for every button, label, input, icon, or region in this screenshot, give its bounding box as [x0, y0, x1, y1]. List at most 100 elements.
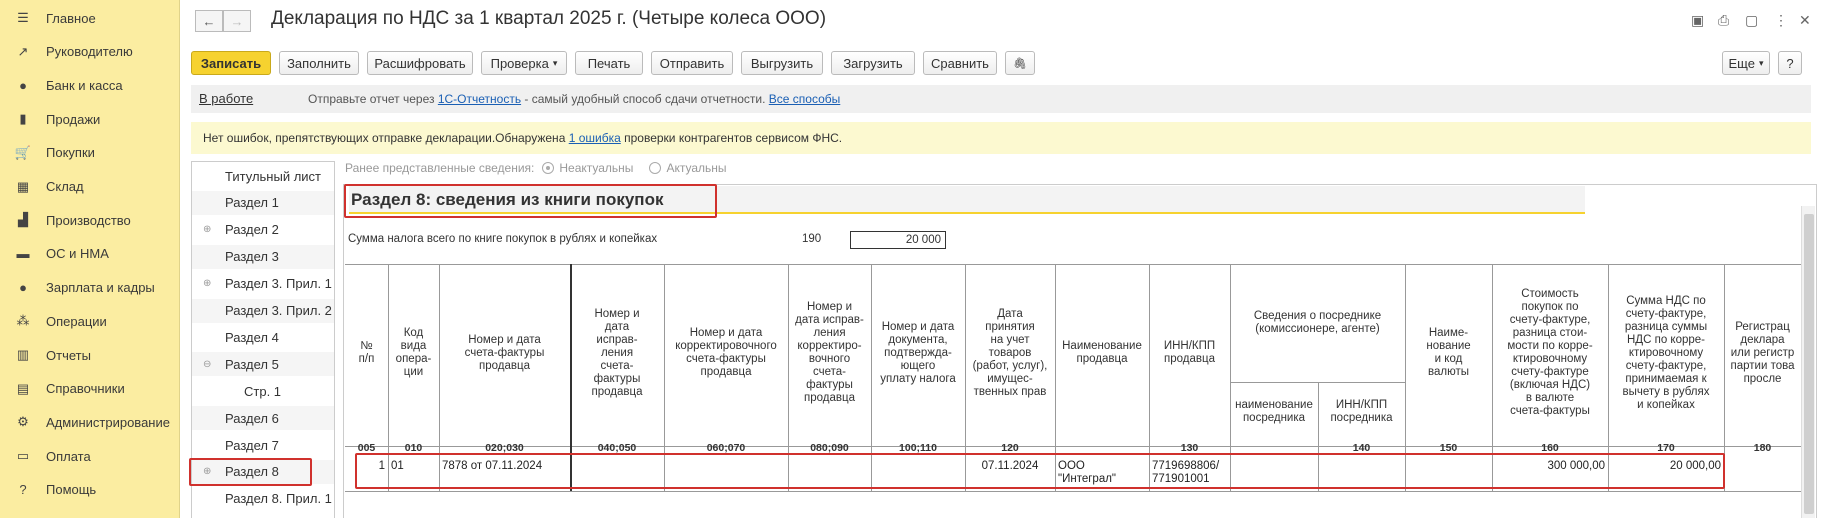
sidebar-item-label: Продажи [46, 111, 101, 127]
save-doc-icon[interactable]: ▣ [1691, 12, 1704, 29]
window-icon[interactable]: ▢ [1745, 12, 1758, 29]
print-button[interactable]: Печать [575, 51, 643, 75]
tree-item[interactable]: ⊕ Раздел 2 [192, 218, 334, 242]
sidebar-item-14[interactable]: ? Помощь [0, 475, 180, 505]
col-header-corr: Номер и дата испрaв- ления счета- фактур… [591, 307, 643, 398]
sidebar-item-3[interactable]: ▮ Продажи [0, 104, 180, 134]
sidebar-item-6[interactable]: ▟ Производство [0, 205, 180, 235]
tree-item[interactable]: ⊖ Раздел 5 [192, 352, 334, 377]
send-button[interactable]: Отправить [651, 51, 733, 75]
col-header-reg: Регистрац деклара или регистр партии тов… [1730, 320, 1795, 385]
compare-button[interactable]: Сравнить [923, 51, 997, 75]
section-tree: Титульный лист Раздел 1 ⊕ Раздел 2 Раздел 3 ⊕… [189, 161, 335, 518]
radio-actual[interactable] [649, 162, 662, 174]
tree-item[interactable]: Раздел 8. Прил. 1 [192, 487, 334, 511]
sidebar-item-label: Операции [46, 313, 107, 329]
truck-icon: ▬ [16, 246, 30, 262]
reporting-link[interactable]: 1С-Отчетность [438, 92, 521, 106]
tree-item-label: Раздел 2 [225, 222, 279, 238]
status-link[interactable]: В работе [199, 91, 253, 106]
expand-icon[interactable]: ⊕ [203, 224, 211, 235]
tree-item-label: Раздел 3. Прил. 2 [225, 303, 332, 318]
sidebar-item-9[interactable]: ⁂ Операции [0, 306, 180, 336]
sidebar-item-11[interactable]: ▤ Справочники [0, 374, 180, 404]
forward-button[interactable]: → [223, 10, 251, 32]
sidebar-item-label: Производство [46, 212, 131, 228]
grid-line [345, 491, 1801, 492]
radio-outdated-label: Неактуальны [559, 161, 634, 175]
sidebar-item-10[interactable]: ▥ Отчеты [0, 340, 180, 370]
tree-item[interactable]: Раздел 4 [192, 325, 334, 349]
sidebar-item-label: Справочники [46, 381, 125, 397]
print-icon[interactable]: ⎙ [1718, 12, 1729, 29]
cart-icon: 🛒 [14, 144, 32, 160]
sidebar-item-5[interactable]: ▦ Склад [0, 172, 180, 202]
sidebar-item-13[interactable]: ▭ Оплата [0, 441, 180, 471]
trend-icon: ↗ [17, 43, 29, 59]
tree-item[interactable]: Раздел 3 [192, 244, 334, 269]
sidebar-item-8[interactable]: ● Зарплата и кадры [0, 273, 180, 303]
sidebar-item-label: Помощь [46, 482, 97, 498]
code-cell: 180 [1753, 442, 1772, 454]
all-methods-link[interactable]: Все способы [769, 92, 841, 106]
sidebar-item-2[interactable]: ● Банк и касса [0, 70, 180, 100]
book-icon: ▤ [16, 380, 30, 396]
tree-item[interactable]: Титульный лист [192, 164, 334, 188]
back-button[interactable]: ← [195, 10, 223, 32]
tree-item[interactable]: Стр. 1 [192, 379, 334, 403]
sidebar-item-12[interactable]: ⚙ Администрирование [0, 407, 180, 437]
sidebar: ☰ Главное ↗ Руководителю ● Банк и касса ▮ Прода… [0, 0, 180, 518]
col-header-num: № п/п [358, 340, 375, 365]
tree-item[interactable]: ⊕ Раздел 3. Прил. 1 [192, 272, 334, 296]
decode-button[interactable]: Расшифровать [367, 51, 473, 75]
sidebar-item-4[interactable]: 🛒 Покупки [0, 138, 180, 168]
sum-code: 190 [802, 233, 822, 245]
notice-message: Нет ошибок, препятствующих отправке декл… [203, 131, 842, 145]
more-label: Еще [1728, 55, 1755, 71]
col-header-seller: Наименование продавца [1062, 340, 1142, 365]
fill-button[interactable]: Заполнить [279, 51, 359, 75]
tree-item[interactable]: Раздел 6 [192, 406, 334, 431]
error-link[interactable]: 1 ошибка [569, 131, 621, 145]
close-icon[interactable]: ✕ [1799, 12, 1811, 29]
scrollbar-thumb[interactable] [1804, 214, 1814, 514]
more-button[interactable]: Еще ▾ [1722, 51, 1770, 75]
prev-info-row: Ранее представленные сведения: Неактуаль… [345, 161, 727, 175]
col-header-paydoc: Номер и дата документа, подтвержда- ющег… [880, 320, 956, 385]
check-button[interactable]: Проверка ▾ [481, 51, 567, 75]
sum-value-field[interactable]: 20 000 [850, 231, 946, 249]
payment-icon: ▭ [16, 448, 30, 464]
tree-item-label: Раздел 1 [225, 195, 279, 211]
bag-icon: ▮ [19, 111, 27, 127]
gear-icon: ⚙ [17, 414, 29, 430]
highlight-data-row [355, 453, 1725, 489]
tree-item-label: Раздел 4 [225, 329, 279, 345]
expand-icon[interactable]: ⊕ [203, 278, 211, 289]
sidebar-item-0[interactable]: ☰ Главное [0, 3, 180, 33]
highlight-section-8 [189, 457, 312, 486]
col-header-agent_name: наименование посредника [1235, 399, 1313, 424]
help-button[interactable]: ? [1778, 51, 1802, 75]
expand-icon[interactable]: ⊖ [203, 359, 211, 370]
sidebar-item-label: Склад [46, 179, 84, 194]
save-button[interactable]: Записать [191, 51, 271, 75]
sidebar-item-label: ОС и НМА [46, 246, 109, 262]
sidebar-item-label: Зарплата и кадры [46, 280, 155, 296]
unload-button[interactable]: Выгрузить [741, 51, 823, 75]
more-vertical-icon[interactable]: ⋮ [1774, 12, 1788, 29]
vertical-scrollbar[interactable] [1801, 206, 1815, 518]
sidebar-item-7[interactable]: ▬ ОС и НМА [0, 239, 180, 269]
status-text-before: Отправьте отчет через [308, 92, 438, 106]
sidebar-item-1[interactable]: ↗ Руководителю [0, 37, 180, 67]
col-header-currency: Наиме- нование и код валюты [1426, 327, 1471, 378]
bank-icon: ● [19, 77, 27, 93]
tree-item[interactable]: Раздел 3. Прил. 2 [192, 298, 334, 323]
person-icon: ● [19, 280, 27, 296]
chevron-down-icon: ▾ [552, 57, 558, 68]
attach-button[interactable]: 🖇 [1005, 51, 1035, 75]
radio-outdated[interactable] [542, 162, 555, 174]
tree-item[interactable]: Раздел 1 [192, 190, 334, 215]
col-header-code: Код вида опера- ции [395, 327, 432, 378]
tree-item[interactable]: Раздел 7 [192, 433, 334, 457]
load-button[interactable]: Загрузить [831, 51, 915, 75]
